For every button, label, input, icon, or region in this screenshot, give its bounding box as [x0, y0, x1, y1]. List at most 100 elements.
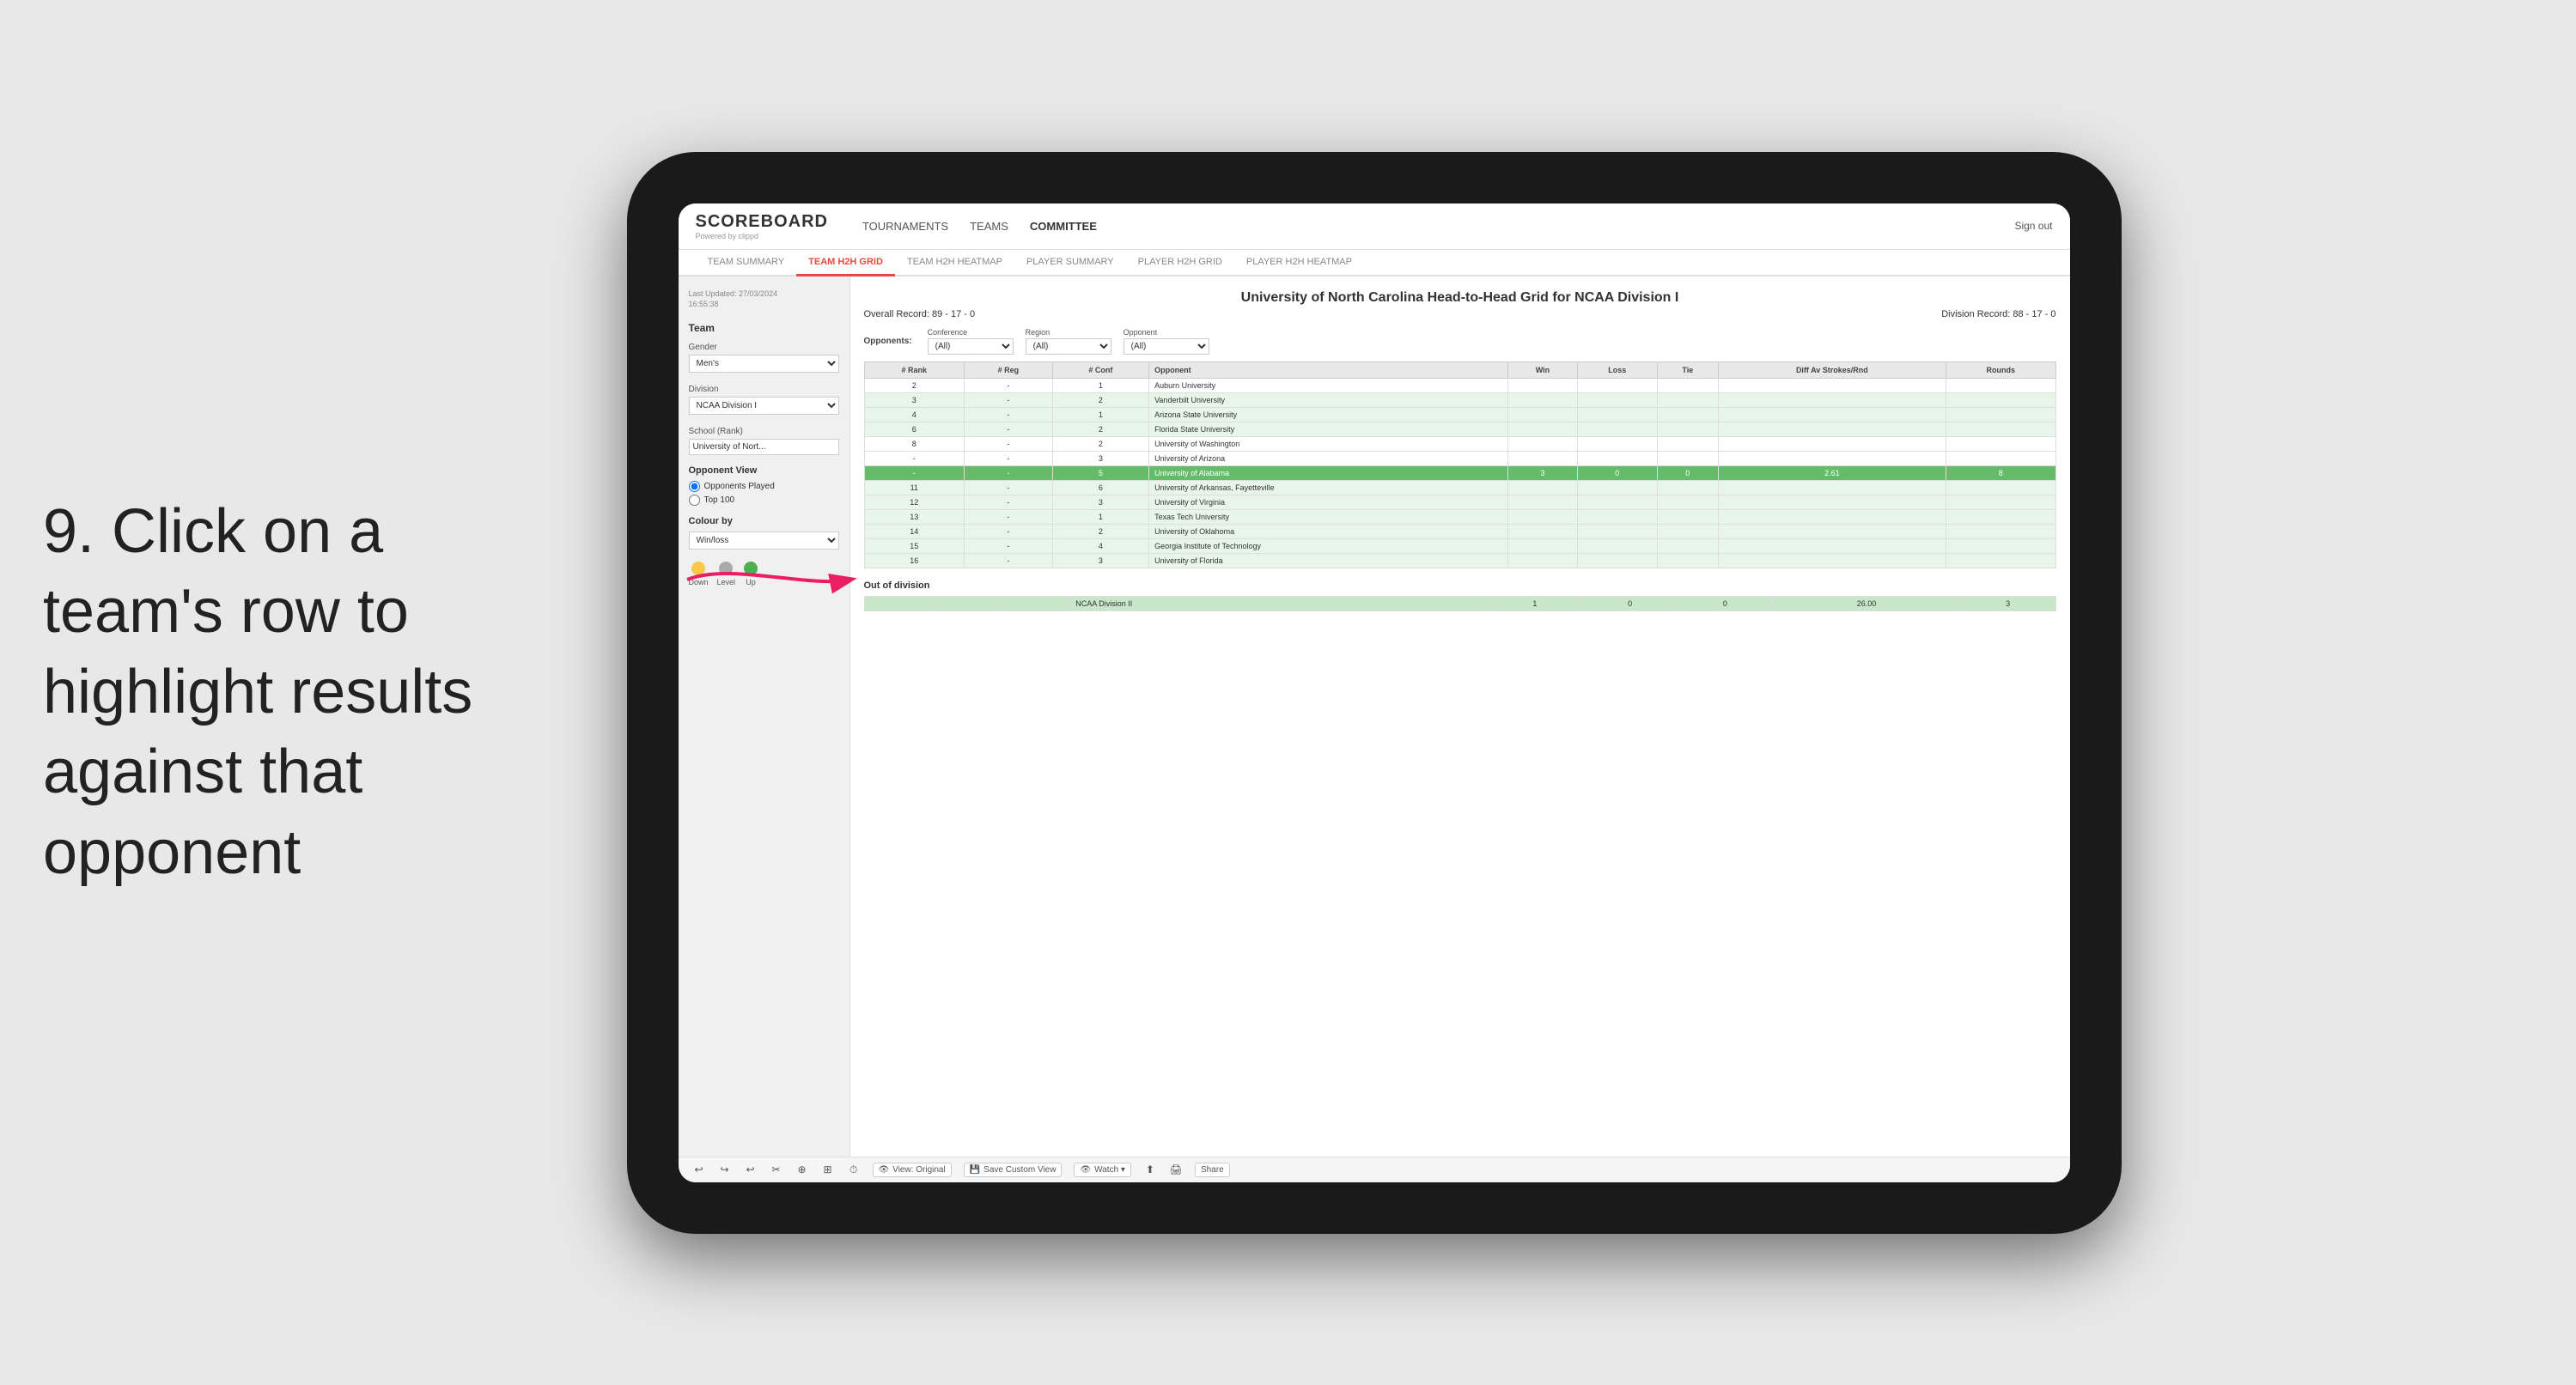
last-updated: Last Updated: 27/03/2024 16:55:38 [689, 289, 839, 310]
export-icon[interactable]: ⬆ [1143, 1163, 1157, 1176]
cell-win: 3 [1508, 465, 1578, 480]
opponent-select[interactable]: (All) [1124, 338, 1209, 355]
colour-by-title: Colour by [689, 516, 839, 526]
table-row[interactable]: 13-1Texas Tech University [864, 509, 2055, 524]
opponent-view-section: Opponent View Opponents Played Top 100 [689, 465, 839, 506]
cell-win [1508, 378, 1578, 392]
table-row[interactable]: 12-3University of Virginia [864, 495, 2055, 509]
cell-reg: - [964, 436, 1052, 451]
print-icon[interactable]: 🖨 [1169, 1163, 1183, 1176]
school-input[interactable] [689, 439, 839, 455]
sign-out-link[interactable]: Sign out [2014, 220, 2052, 232]
sub-nav-team-summary[interactable]: TEAM SUMMARY [696, 250, 797, 276]
cell-conf: 1 [1052, 509, 1148, 524]
table-row[interactable]: 4-1Arizona State University [864, 407, 2055, 422]
cell-opponent: University of Oklahoma [1149, 524, 1508, 538]
table-row[interactable]: --3University of Arizona [864, 451, 2055, 465]
region-label: Region [1026, 328, 1111, 337]
table-row[interactable]: 2-1Auburn University [864, 378, 2055, 392]
gender-select[interactable]: Men's [689, 355, 839, 373]
refresh-icon[interactable]: ↩ [744, 1163, 758, 1176]
cut-icon[interactable]: ✂ [770, 1163, 783, 1176]
view-original-btn[interactable]: 👁 View: Original [873, 1163, 952, 1177]
table-row[interactable]: 8-2University of Washington [864, 436, 2055, 451]
opponent-view-title: Opponent View [689, 465, 839, 476]
out-div-empty1 [864, 596, 933, 610]
out-div-row[interactable]: NCAA Division II 1 0 0 26.00 3 [864, 596, 2055, 610]
cell-reg: - [964, 451, 1052, 465]
cell-reg: - [964, 480, 1052, 495]
region-select[interactable]: (All) [1026, 338, 1111, 355]
cell-diff: 2.61 [1718, 465, 1946, 480]
radio-top-100[interactable]: Top 100 [689, 495, 839, 506]
watch-btn[interactable]: 👁 Watch ▾ [1074, 1163, 1130, 1177]
cell-diff [1718, 422, 1946, 436]
conference-label: Conference [928, 328, 1014, 337]
table-row[interactable]: 16-3University of Florida [864, 553, 2055, 568]
table-row[interactable]: 11-6University of Arkansas, Fayetteville [864, 480, 2055, 495]
cell-rank: 3 [864, 392, 964, 407]
cell-conf: 4 [1052, 538, 1148, 553]
cell-win [1508, 451, 1578, 465]
cell-rounds [1946, 378, 2055, 392]
conference-select[interactable]: (All) [928, 338, 1014, 355]
table-row[interactable]: 6-2Florida State University [864, 422, 2055, 436]
cell-tie [1657, 480, 1718, 495]
redo-icon[interactable]: ↪ [718, 1163, 732, 1176]
table-row[interactable]: 14-2University of Oklahoma [864, 524, 2055, 538]
out-div-empty2 [933, 596, 1002, 610]
table-row[interactable]: 3-2Vanderbilt University [864, 392, 2055, 407]
sub-nav-player-h2h-grid[interactable]: PLAYER H2H GRID [1126, 250, 1234, 276]
cell-win [1508, 436, 1578, 451]
legend-dot-down [691, 562, 705, 575]
undo-icon[interactable]: ↩ [692, 1163, 706, 1176]
colour-by-select[interactable]: Win/loss [689, 532, 839, 550]
cell-conf: 2 [1052, 422, 1148, 436]
gender-label: Gender [689, 343, 839, 352]
nav-tournaments[interactable]: TOURNAMENTS [862, 216, 948, 236]
sub-nav: TEAM SUMMARY TEAM H2H GRID TEAM H2H HEAT… [679, 250, 2070, 276]
nav-items: TOURNAMENTS TEAMS COMMITTEE [862, 216, 1989, 236]
cell-opponent: Auburn University [1149, 378, 1508, 392]
cell-opponent: University of Florida [1149, 553, 1508, 568]
cell-tie [1657, 553, 1718, 568]
table-row[interactable]: 15-4Georgia Institute of Technology [864, 538, 2055, 553]
division-select[interactable]: NCAA Division I [689, 397, 839, 415]
clock-icon[interactable]: ⏱ [847, 1163, 861, 1176]
out-of-division-table: NCAA Division II 1 0 0 26.00 3 [864, 596, 2056, 611]
sub-nav-player-h2h-heatmap[interactable]: PLAYER H2H HEATMAP [1234, 250, 1364, 276]
nav-teams[interactable]: TEAMS [970, 216, 1008, 236]
share-btn[interactable]: Share [1195, 1163, 1230, 1177]
cell-loss [1577, 495, 1657, 509]
opponent-filter: Opponent (All) [1124, 328, 1209, 355]
sub-nav-team-h2h-grid[interactable]: TEAM H2H GRID [796, 250, 895, 276]
out-div-diff: 26.00 [1773, 596, 1960, 610]
cell-rounds [1946, 436, 2055, 451]
save-icon: 💾 [970, 1165, 980, 1175]
sub-nav-player-summary[interactable]: PLAYER SUMMARY [1014, 250, 1126, 276]
sidebar: Last Updated: 27/03/2024 16:55:38 Team G… [679, 276, 850, 1157]
cell-rank: 6 [864, 422, 964, 436]
cell-rank: 11 [864, 480, 964, 495]
sub-nav-team-h2h-heatmap[interactable]: TEAM H2H HEATMAP [895, 250, 1014, 276]
radio-opponents-played[interactable]: Opponents Played [689, 481, 839, 492]
cell-loss [1577, 378, 1657, 392]
cell-diff [1718, 553, 1946, 568]
nav-committee[interactable]: COMMITTEE [1030, 216, 1097, 236]
cell-tie [1657, 422, 1718, 436]
cell-rounds [1946, 495, 2055, 509]
out-div-tie: 0 [1678, 596, 1773, 610]
cell-tie [1657, 436, 1718, 451]
table-row[interactable]: --5University of Alabama3002.618 [864, 465, 2055, 480]
cell-win [1508, 509, 1578, 524]
save-custom-btn[interactable]: 💾 Save Custom View [964, 1163, 1063, 1177]
cell-reg: - [964, 495, 1052, 509]
grid-title: University of North Carolina Head-to-Hea… [864, 290, 2056, 306]
cell-diff [1718, 407, 1946, 422]
paste-icon[interactable]: ⊞ [821, 1163, 835, 1176]
cell-loss [1577, 422, 1657, 436]
cell-reg: - [964, 392, 1052, 407]
h2h-table: # Rank # Reg # Conf Opponent Win Loss Ti… [864, 361, 2056, 568]
team-section-title: Team [689, 322, 839, 334]
copy-icon[interactable]: ⊕ [795, 1163, 809, 1176]
